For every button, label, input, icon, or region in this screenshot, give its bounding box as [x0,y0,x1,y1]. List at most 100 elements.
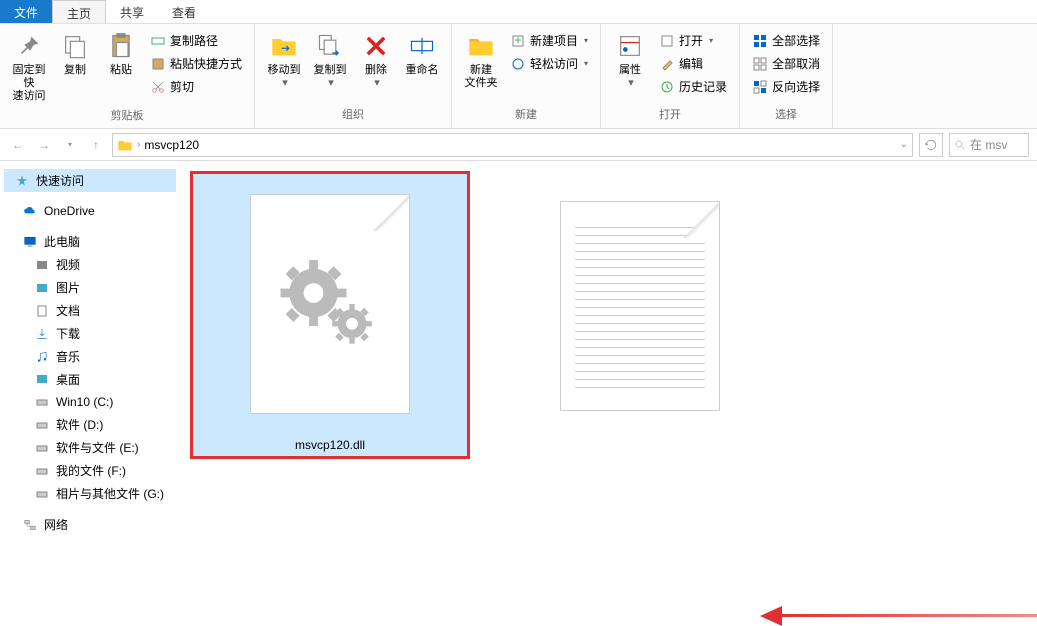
crumb-separator: › [137,139,140,150]
group-clipboard: 固定到快 速访问 复制 粘贴 复制路径 粘贴快捷方式 剪切 剪贴板 [0,24,255,128]
sidebar-item-drive-e[interactable]: 软件与文件 (E:) [4,436,176,459]
file-item-text[interactable] [560,201,720,411]
folder-icon [117,137,133,153]
text-lines-icon [561,202,719,413]
group-select: 全部选择 全部取消 反向选择 选择 [740,24,833,128]
tab-file[interactable]: 文件 [0,0,52,23]
easyaccess-icon [510,56,526,72]
new-folder-button[interactable]: 新建 文件夹 [458,28,504,92]
easy-access-button[interactable]: 轻松访问▾ [506,53,592,74]
main-area: 快速访问 OneDrive 此电脑 视频 图片 文档 下载 音乐 桌面 Win1… [0,161,1037,621]
sidebar-item-thispc[interactable]: 此电脑 [4,230,176,253]
downloads-icon [34,326,50,342]
invertsel-icon [752,79,768,95]
select-all-button[interactable]: 全部选择 [748,30,824,51]
paste-button[interactable]: 粘贴 [98,28,144,79]
properties-button[interactable]: 属性▾ [607,28,653,92]
drive-icon [34,463,50,479]
invert-selection-button[interactable]: 反向选择 [748,76,824,97]
sidebar-item-desktop[interactable]: 桌面 [4,368,176,391]
pin-icon [13,30,45,62]
sidebar-item-drive-f[interactable]: 我的文件 (F:) [4,459,176,482]
file-list[interactable]: msvcp120.dll [180,161,1037,621]
star-icon [14,173,30,189]
refresh-button[interactable] [919,133,943,157]
sidebar-item-quick-access[interactable]: 快速访问 [4,169,176,192]
properties-icon [614,30,646,62]
copy-button[interactable]: 复制 [52,28,98,79]
dropdown-icon[interactable]: ⌄ [900,139,908,150]
network-icon [22,517,38,533]
sidebar-item-videos[interactable]: 视频 [4,253,176,276]
svg-text:+: + [515,34,522,47]
group-new: 新建 文件夹 +新建项目▾ 轻松访问▾ 新建 [452,24,601,128]
rename-icon [406,30,438,62]
moveto-button[interactable]: 移动到▾ [261,28,307,92]
group-label: 打开 [659,104,681,124]
documents-icon [34,303,50,319]
tab-share[interactable]: 共享 [106,0,158,23]
search-input[interactable]: 在 msv [949,133,1029,157]
delete-button[interactable]: 删除▾ [353,28,399,92]
sidebar-item-documents[interactable]: 文档 [4,299,176,322]
drive-icon [34,440,50,456]
search-icon [954,139,966,151]
folder-icon [465,30,497,62]
group-open: 属性▾ 打开▾ 编辑 历史记录 打开 [601,24,740,128]
back-button[interactable]: ← [8,135,28,155]
paste-shortcut-button[interactable]: 粘贴快捷方式 [146,53,246,74]
paste-icon [105,30,137,62]
open-button[interactable]: 打开▾ [655,30,731,51]
sidebar-item-onedrive[interactable]: OneDrive [4,200,176,222]
sidebar-item-drive-c[interactable]: Win10 (C:) [4,391,176,413]
sidebar-item-pictures[interactable]: 图片 [4,276,176,299]
sidebar-item-network[interactable]: 网络 [4,513,176,536]
copy-icon [59,30,91,62]
select-none-button[interactable]: 全部取消 [748,53,824,74]
rename-button[interactable]: 重命名 [399,28,445,79]
recent-button[interactable]: ▾ [60,135,80,155]
address-box[interactable]: › msvcp120 ⌄ [112,133,913,157]
history-button[interactable]: 历史记录 [655,76,731,97]
path-icon [150,33,166,49]
tab-view[interactable]: 查看 [158,0,210,23]
drive-icon [34,417,50,433]
group-label: 选择 [775,104,797,124]
new-item-button[interactable]: +新建项目▾ [506,30,592,51]
sidebar-item-drive-d[interactable]: 软件 (D:) [4,413,176,436]
forward-button[interactable]: → [34,135,54,155]
up-button[interactable]: ↑ [86,135,106,155]
annotation-arrow [760,606,1037,626]
breadcrumb-item[interactable]: msvcp120 [144,138,199,152]
copy-path-button[interactable]: 复制路径 [146,30,246,51]
sidebar-item-music[interactable]: 音乐 [4,345,176,368]
newitem-icon: + [510,33,526,49]
cut-button[interactable]: 剪切 [146,76,246,97]
selectnone-icon [752,56,768,72]
file-item-selected[interactable]: msvcp120.dll [190,171,470,459]
shortcut-icon [150,56,166,72]
edit-button[interactable]: 编辑 [655,53,731,74]
drive-icon [34,394,50,410]
drive-icon [34,486,50,502]
group-organize: 移动到▾ 复制到▾ 删除▾ 重命名 组织 [255,24,452,128]
tab-home[interactable]: 主页 [52,0,106,23]
pin-button[interactable]: 固定到快 速访问 [6,28,52,105]
group-label: 组织 [342,104,364,124]
file-thumbnail [250,194,410,414]
selectall-icon [752,33,768,49]
ribbon-tabs: 文件 主页 共享 查看 [0,0,1037,24]
sidebar-item-drive-g[interactable]: 相片与其他文件 (G:) [4,482,176,505]
pc-icon [22,234,38,250]
gear-icon [275,249,385,359]
copyto-button[interactable]: 复制到▾ [307,28,353,92]
ribbon: 固定到快 速访问 复制 粘贴 复制路径 粘贴快捷方式 剪切 剪贴板 移动到▾ [0,24,1037,129]
pictures-icon [34,280,50,296]
sidebar-item-downloads[interactable]: 下载 [4,322,176,345]
file-name: msvcp120.dll [291,434,369,456]
scissors-icon [150,79,166,95]
nav-sidebar: 快速访问 OneDrive 此电脑 视频 图片 文档 下载 音乐 桌面 Win1… [0,161,180,621]
delete-icon [360,30,392,62]
edit-icon [659,56,675,72]
address-bar: ← → ▾ ↑ › msvcp120 ⌄ 在 msv [0,129,1037,161]
